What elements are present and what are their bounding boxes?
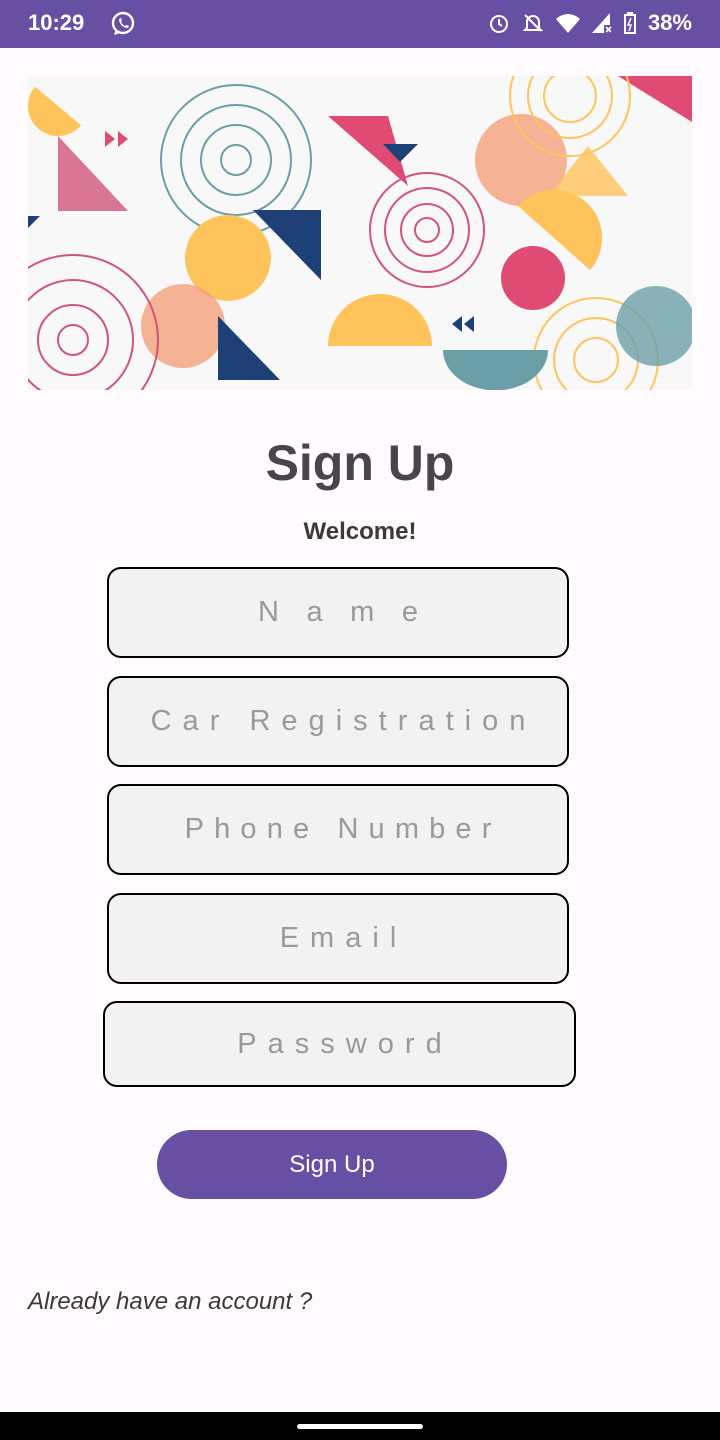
status-time: 10:29 (28, 10, 85, 35)
battery-charging-icon (623, 12, 636, 34)
phone-number-input[interactable]: Phone Number (107, 784, 569, 875)
page-title: Sign Up (265, 435, 455, 491)
name-input[interactable]: Name (107, 567, 569, 658)
status-bar: 10:29 38% (0, 0, 720, 48)
home-handle[interactable] (297, 1424, 423, 1429)
bell-off-icon (522, 12, 544, 34)
welcome-text: Welcome! (303, 518, 417, 545)
decorative-banner-image (28, 76, 692, 390)
signal-icon (591, 13, 612, 33)
sign-up-button[interactable]: Sign Up (157, 1130, 507, 1199)
car-registration-input[interactable]: Car Registration (107, 676, 569, 767)
wifi-icon (555, 13, 580, 33)
navigation-bar (0, 1412, 720, 1440)
whatsapp-icon (110, 11, 136, 37)
email-input[interactable]: Email (107, 893, 569, 984)
battery-percent: 38% (647, 10, 692, 35)
alarm-icon (488, 12, 510, 34)
password-input[interactable]: Password (103, 1001, 576, 1087)
login-link[interactable]: Already have an account ? (28, 1288, 312, 1316)
